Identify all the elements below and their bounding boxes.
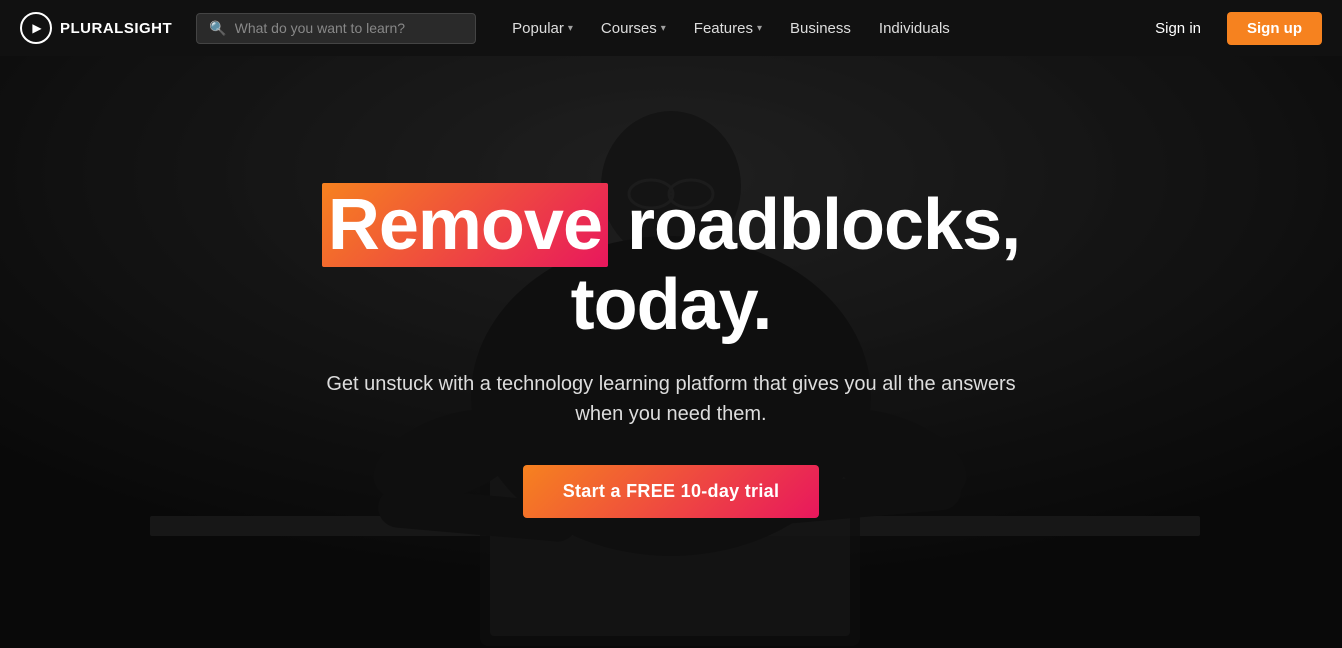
nav-item-features[interactable]: Features ▾ [682, 12, 774, 45]
logo-icon [20, 12, 52, 44]
sign-in-button[interactable]: Sign in [1145, 14, 1211, 43]
hero-title-rest: roadblocks, today. [571, 185, 1020, 344]
navbar: PLURALSIGHT 🔍 Popular ▾ Courses ▾ Featur… [0, 0, 1342, 56]
nav-right: Sign in Sign up [1145, 12, 1322, 45]
chevron-down-icon: ▾ [568, 23, 573, 34]
nav-item-popular[interactable]: Popular ▾ [500, 12, 585, 45]
chevron-down-icon: ▾ [661, 23, 666, 34]
chevron-down-icon: ▾ [757, 23, 762, 34]
nav-item-courses[interactable]: Courses ▾ [589, 12, 678, 45]
hero-section: Remove roadblocks, today. Get unstuck wi… [0, 56, 1342, 648]
hero-subtitle: Get unstuck with a technology learning p… [321, 369, 1021, 429]
cta-button[interactable]: Start a FREE 10-day trial [523, 465, 820, 518]
logo-text: PLURALSIGHT [60, 20, 172, 37]
nav-links: Popular ▾ Courses ▾ Features ▾ Business … [500, 12, 1121, 45]
hero-title-highlight: Remove [322, 183, 608, 267]
sign-up-button[interactable]: Sign up [1227, 12, 1322, 45]
search-icon: 🔍 [209, 20, 226, 37]
nav-item-individuals[interactable]: Individuals [867, 12, 962, 45]
hero-title: Remove roadblocks, today. [261, 186, 1081, 344]
hero-content: Remove roadblocks, today. Get unstuck wi… [221, 186, 1121, 517]
search-input[interactable] [235, 20, 464, 36]
nav-item-business[interactable]: Business [778, 12, 863, 45]
search-bar[interactable]: 🔍 [196, 13, 476, 44]
logo[interactable]: PLURALSIGHT [20, 12, 172, 44]
